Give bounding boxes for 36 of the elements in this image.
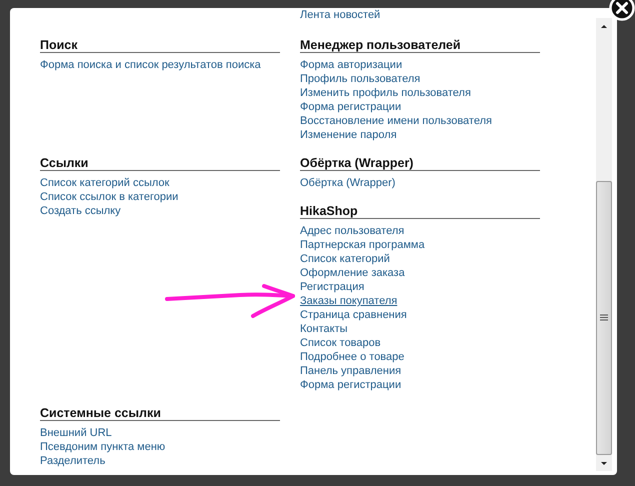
menu-type-link[interactable]: Панель управления — [300, 364, 402, 378]
scrollbar[interactable] — [596, 18, 612, 471]
menu-type-link[interactable]: Контакты — [300, 322, 348, 336]
menu-type-link[interactable]: Список категорий ссылок — [40, 176, 170, 190]
section-heading: Поиск — [40, 38, 280, 53]
menu-type-link[interactable]: Форма поиска и список результатов поиска — [40, 58, 261, 72]
menu-type-link[interactable]: Разделитель — [40, 454, 106, 468]
menu-type-link[interactable]: Форма авторизации — [300, 58, 402, 72]
close-button[interactable] — [609, 0, 635, 21]
scrollbar-thumb[interactable] — [596, 181, 612, 455]
menu-type-link[interactable]: Форма регистрации — [300, 100, 402, 114]
menu-type-link[interactable]: Форма регистрации — [300, 378, 402, 392]
menu-type-link[interactable]: Псевдоним пункта меню — [40, 440, 166, 454]
menu-type-link[interactable]: Изменение пароля — [300, 128, 397, 142]
section-heading: Ссылки — [40, 156, 280, 171]
section-heading: Обёртка (Wrapper) — [300, 156, 540, 171]
menu-type-link[interactable]: Оформление заказа — [300, 266, 405, 280]
menu-type-link[interactable]: Подробнее о товаре — [300, 350, 404, 364]
menu-type-link[interactable]: Восстановление имени пользователя — [300, 114, 492, 128]
menu-type-link[interactable]: Внешний URL — [40, 426, 112, 440]
menu-type-link[interactable]: Обёртка (Wrapper) — [300, 176, 396, 190]
menu-type-link[interactable]: Адрес пользователя — [300, 224, 404, 238]
menu-type-link[interactable]: Профиль пользователя — [300, 72, 420, 86]
menu-type-link[interactable]: Заказы покупателя — [300, 294, 398, 308]
menu-type-link[interactable]: Регистрация — [300, 280, 364, 294]
menu-type-link[interactable]: Список товаров — [300, 336, 381, 350]
menu-type-link[interactable]: Создать ссылку — [40, 204, 121, 218]
menu-type-link[interactable]: Список категорий — [300, 252, 390, 266]
menu-type-link[interactable]: Партнерская программа — [300, 238, 425, 252]
section-heading: Системные ссылки — [40, 406, 280, 421]
section-heading: HikaShop — [300, 204, 540, 219]
menu-type-link[interactable]: Лента новостей — [300, 8, 380, 22]
section-heading: Менеджер пользователей — [300, 38, 540, 53]
menu-type-link[interactable]: Список ссылок в категории — [40, 190, 178, 204]
menu-type-link[interactable]: Страница сравнения — [300, 308, 407, 322]
menu-type-link[interactable]: Изменить профиль пользователя — [300, 86, 471, 100]
